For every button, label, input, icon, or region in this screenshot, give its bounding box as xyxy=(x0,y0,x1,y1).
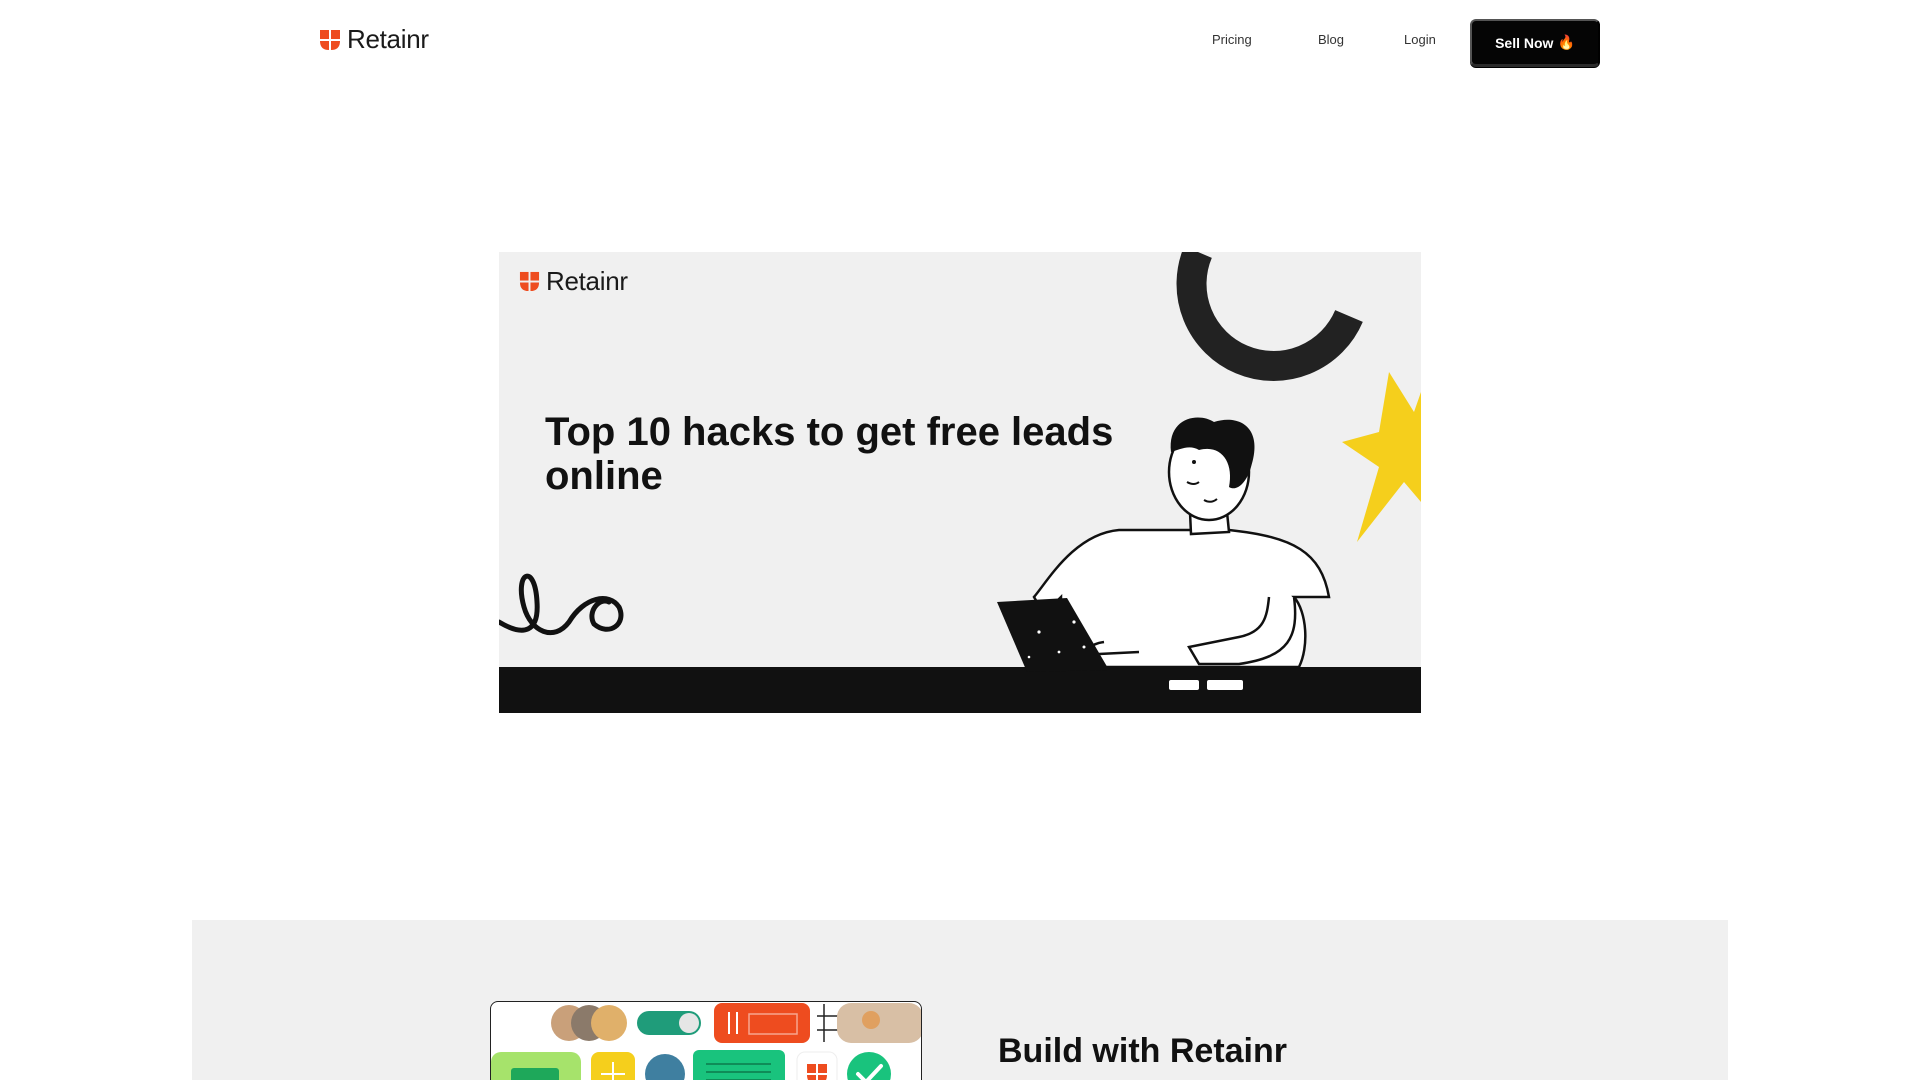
avatar-4 xyxy=(645,1054,685,1080)
brand-name: Retainr xyxy=(347,24,429,54)
hero-brand-name: Retainr xyxy=(546,266,628,296)
starburst-shape xyxy=(1342,372,1421,542)
site-header: Retainr Pricing Blog Login Sell Now 🔥 xyxy=(0,0,1920,84)
mosaic-illustration xyxy=(491,1003,921,1080)
check-icon xyxy=(847,1052,891,1080)
squiggle-line xyxy=(499,573,624,636)
card-shape xyxy=(1207,680,1243,690)
blog-hero-banner[interactable]: Retainr Top 10 hacks to get free leads o… xyxy=(499,252,1421,713)
nav-link-blog[interactable]: Blog xyxy=(1318,32,1344,47)
hero-brand-logo: Retainr xyxy=(519,266,628,297)
hero-title: Top 10 hacks to get free leads online xyxy=(545,410,1114,498)
sell-now-label: Sell Now xyxy=(1495,34,1554,51)
toggle-knob xyxy=(679,1013,699,1033)
phone-shape xyxy=(1169,680,1199,690)
retainr-logo-icon xyxy=(320,29,340,50)
app-mosaic-image xyxy=(490,1001,922,1080)
mint-tile xyxy=(693,1050,785,1080)
retainr-logo-icon xyxy=(519,271,540,292)
build-section-title: Build with Retainr xyxy=(998,1032,1287,1070)
build-section: Build with Retainr xyxy=(192,920,1728,1080)
nav-link-pricing[interactable]: Pricing xyxy=(1212,32,1252,47)
photo-tile xyxy=(837,1003,921,1043)
fire-icon: 🔥 xyxy=(1557,34,1575,50)
avatar-3 xyxy=(591,1005,627,1041)
arc-shape xyxy=(1176,252,1363,381)
brand-logo-link[interactable]: Retainr xyxy=(319,24,429,55)
desk-shape xyxy=(499,667,1421,713)
nav-link-login[interactable]: Login xyxy=(1404,32,1436,47)
sell-now-button[interactable]: Sell Now 🔥 xyxy=(1470,19,1600,67)
logo-tile xyxy=(796,1051,838,1080)
